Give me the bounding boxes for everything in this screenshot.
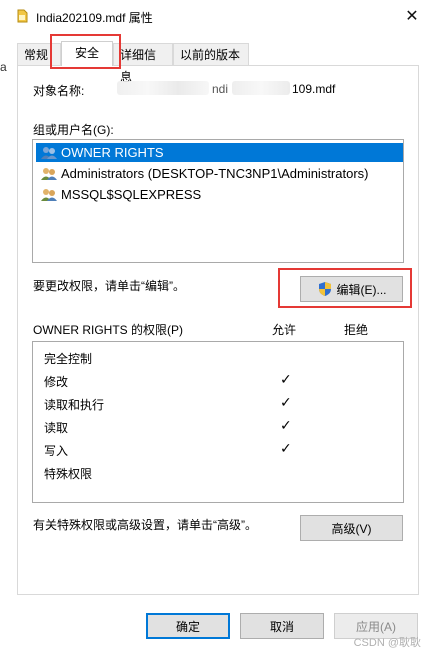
file-icon: [17, 9, 28, 23]
users-icon: [40, 167, 58, 181]
background-window-fragment: a: [0, 60, 7, 74]
window-title: India202109.mdf 属性: [36, 11, 153, 25]
advanced-prompt: 有关特殊权限或高级设置，请单击“高级”。: [33, 518, 257, 532]
check-icon: ✓: [280, 371, 292, 387]
title-bar: India202109.mdf 属性 ✕: [0, 0, 435, 32]
close-button[interactable]: ✕: [389, 0, 435, 32]
tab-label: 安全: [74, 46, 99, 60]
close-icon: ✕: [405, 8, 419, 25]
object-name-redaction: [117, 81, 209, 95]
apply-button-label: 应用(A): [356, 619, 396, 634]
group-item-owner-rights[interactable]: OWNER RIGHTS: [36, 143, 403, 162]
permission-read: 读取: [44, 421, 69, 435]
uac-shield-icon: [318, 282, 331, 296]
advanced-button-label: 高级(V): [331, 521, 372, 536]
edit-button[interactable]: 编辑(E)...: [300, 276, 403, 302]
tab-previous-versions[interactable]: 以前的版本: [173, 43, 249, 65]
check-icon: ✓: [280, 417, 292, 433]
advanced-button[interactable]: 高级(V): [300, 515, 403, 541]
ok-button[interactable]: 确定: [146, 613, 230, 639]
permissions-list: 完全控制 修改 ✓ 读取和执行 ✓ 读取 ✓ 写入 ✓ 特殊权限: [32, 341, 404, 503]
permissions-title: OWNER RIGHTS 的权限(P): [33, 323, 183, 337]
object-name-value-fragment: ndi: [212, 82, 229, 96]
ok-button-label: 确定: [175, 619, 200, 634]
users-icon: [40, 188, 58, 202]
tab-general[interactable]: 常规: [17, 43, 61, 65]
permission-read-execute: 读取和执行: [44, 398, 105, 412]
change-permissions-prompt: 要更改权限，请单击“编辑”。: [33, 279, 185, 293]
group-item-label: OWNER RIGHTS: [61, 145, 164, 160]
group-item-label: MSSQL$SQLEXPRESS: [61, 187, 202, 202]
group-item-administrators[interactable]: Administrators (DESKTOP-TNC3NP1\Administ…: [36, 164, 369, 183]
tab-security[interactable]: 安全: [61, 41, 113, 66]
group-item-label: Administrators (DESKTOP-TNC3NP1\Administ…: [61, 166, 369, 181]
permission-modify: 修改: [44, 375, 69, 389]
tab-label: 常规: [24, 48, 49, 62]
deny-column-header: 拒绝: [344, 323, 369, 337]
cancel-button[interactable]: 取消: [240, 613, 324, 639]
object-name-label: 对象名称:: [33, 84, 85, 98]
group-item-mssql[interactable]: MSSQL$SQLEXPRESS: [36, 185, 201, 204]
permission-special: 特殊权限: [44, 467, 93, 481]
object-name-redaction-2: [232, 81, 290, 95]
groups-label: 组或用户名(G):: [33, 123, 114, 137]
allow-column-header: 允许: [272, 323, 297, 337]
permission-full-control: 完全控制: [44, 352, 93, 366]
object-name-value: 109.mdf: [292, 82, 336, 96]
permission-write: 写入: [44, 444, 69, 458]
cancel-button-label: 取消: [269, 619, 294, 634]
check-icon: ✓: [280, 440, 292, 456]
edit-button-label: 编辑(E)...: [336, 282, 387, 297]
check-icon: ✓: [280, 394, 292, 410]
tab-label: 以前的版本: [180, 48, 241, 62]
users-icon: [40, 146, 58, 160]
watermark: CSDN @耿耿: [353, 637, 421, 649]
groups-listbox[interactable]: OWNER RIGHTS Administrators (DESKTOP-TNC…: [32, 139, 404, 263]
tab-details[interactable]: 详细信息: [113, 43, 173, 84]
